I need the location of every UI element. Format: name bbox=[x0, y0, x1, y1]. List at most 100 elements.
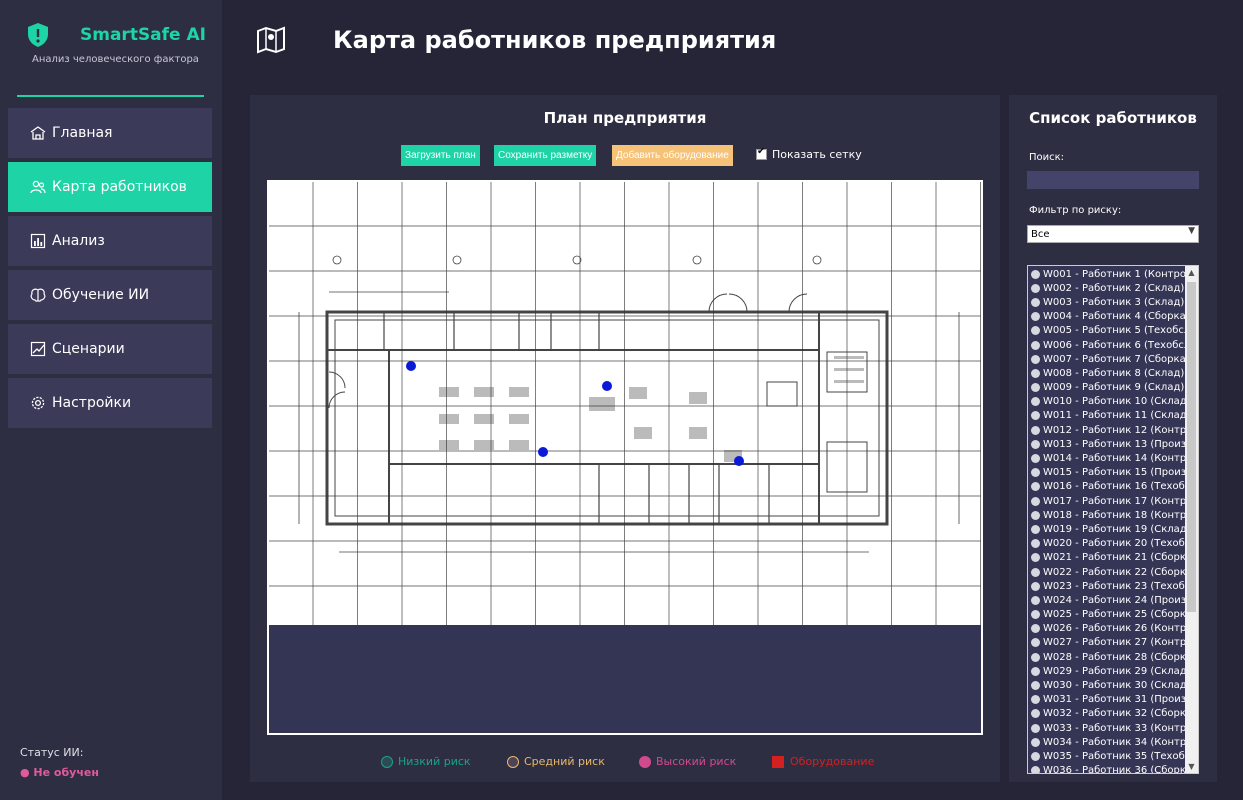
worker-label: W009 - Работник 9 (Склад) bbox=[1043, 382, 1185, 394]
nav-item-scenarios[interactable]: Сценарии bbox=[8, 324, 212, 374]
worker-markers bbox=[406, 361, 744, 466]
worker-list-item[interactable]: W034 - Работник 34 (Контроль) bbox=[1028, 735, 1186, 749]
worker-list-item[interactable]: W003 - Работник 3 (Склад) bbox=[1028, 295, 1186, 309]
brain-icon bbox=[30, 288, 46, 302]
worker-list-scrollbar[interactable]: ▲ ▼ bbox=[1185, 266, 1198, 773]
worker-list-item[interactable]: W025 - Работник 25 (Сборка) bbox=[1028, 608, 1186, 622]
worker-list-item[interactable]: W004 - Работник 4 (Сборка) bbox=[1028, 310, 1186, 324]
worker-list-item[interactable]: W019 - Работник 19 (Склад) bbox=[1028, 522, 1186, 536]
worker-list-item[interactable]: W032 - Работник 32 (Сборка) bbox=[1028, 707, 1186, 721]
scroll-down-icon[interactable]: ▼ bbox=[1185, 760, 1198, 773]
worker-list-item[interactable]: W029 - Работник 29 (Склад) bbox=[1028, 664, 1186, 678]
show-grid-toggle[interactable]: Показать сетку bbox=[756, 146, 862, 161]
nav-item-ai-training[interactable]: Обучение ИИ bbox=[8, 270, 212, 320]
page-title: Карта работников предприятия bbox=[333, 26, 777, 54]
scroll-up-icon[interactable]: ▲ bbox=[1185, 266, 1198, 279]
status-dot-icon bbox=[1031, 695, 1040, 705]
worker-list-item[interactable]: W015 - Работник 15 (Производство) bbox=[1028, 466, 1186, 480]
worker-list-item[interactable]: W011 - Работник 11 (Склад) bbox=[1028, 409, 1186, 423]
nav-item-label: Карта работников bbox=[52, 179, 187, 195]
status-dot-icon bbox=[1031, 723, 1040, 733]
worker-label: W005 - Работник 5 (Техобслуживание) bbox=[1043, 325, 1186, 337]
nav-item-settings[interactable]: Настройки bbox=[8, 378, 212, 428]
worker-list-item[interactable]: W001 - Работник 1 (Контроль) bbox=[1028, 267, 1186, 281]
chart-icon bbox=[30, 233, 46, 249]
worker-list[interactable]: W001 - Работник 1 (Контроль) W002 - Работ… bbox=[1027, 265, 1199, 774]
search-input[interactable] bbox=[1027, 171, 1199, 189]
worker-list-item[interactable]: W028 - Работник 28 (Сборка) bbox=[1028, 650, 1186, 664]
worker-list-item[interactable]: W005 - Работник 5 (Техобслуживание) bbox=[1028, 324, 1186, 338]
risk-filter-select[interactable]: Все ▼ bbox=[1027, 225, 1199, 243]
worker-list-item[interactable]: W017 - Работник 17 (Контроль) bbox=[1028, 494, 1186, 508]
worker-marker[interactable] bbox=[538, 447, 548, 457]
worker-list-item[interactable]: W013 - Работник 13 (Производство) bbox=[1028, 437, 1186, 451]
status-dot-icon bbox=[1031, 681, 1040, 691]
worker-list-item[interactable]: W008 - Работник 8 (Склад) bbox=[1028, 366, 1186, 380]
add-equipment-button[interactable]: Добавить оборудование bbox=[612, 145, 733, 166]
worker-label: W021 - Работник 21 (Сборка) bbox=[1043, 552, 1186, 564]
status-dot-icon bbox=[1031, 766, 1040, 773]
show-grid-checkbox[interactable] bbox=[756, 146, 767, 160]
worker-marker[interactable] bbox=[602, 381, 612, 391]
status-dot-icon bbox=[1031, 581, 1040, 591]
worker-label: W016 - Работник 16 (Техобслуживание) bbox=[1043, 481, 1186, 493]
map-icon bbox=[257, 26, 285, 54]
worker-list-item[interactable]: W010 - Работник 10 (Склад) bbox=[1028, 395, 1186, 409]
worker-label: W029 - Работник 29 (Склад) bbox=[1043, 665, 1186, 677]
status-dot-icon bbox=[1031, 397, 1040, 407]
worker-list-item[interactable]: W031 - Работник 31 (Производство) bbox=[1028, 693, 1186, 707]
worker-label: W032 - Работник 32 (Сборка) bbox=[1043, 708, 1186, 720]
worker-list-item[interactable]: W023 - Работник 23 (Техобслуживание) bbox=[1028, 579, 1186, 593]
status-dot-icon bbox=[1031, 297, 1040, 307]
worker-label: W033 - Работник 33 (Контроль) bbox=[1043, 722, 1186, 734]
worker-list-item[interactable]: W026 - Работник 26 (Контроль) bbox=[1028, 622, 1186, 636]
nav-item-analysis[interactable]: Анализ bbox=[8, 216, 212, 266]
worker-label: W002 - Работник 2 (Склад) bbox=[1043, 282, 1185, 294]
worker-list-item[interactable]: W035 - Работник 35 (Техобслуживание) bbox=[1028, 749, 1186, 763]
worker-list-item[interactable]: W030 - Работник 30 (Склад) bbox=[1028, 678, 1186, 692]
worker-list-item[interactable]: W033 - Работник 33 (Контроль) bbox=[1028, 721, 1186, 735]
status-dot-icon bbox=[1031, 326, 1040, 336]
worker-label: W020 - Работник 20 (Техобслуживание) bbox=[1043, 538, 1186, 550]
legend-high-risk: Высокий риск bbox=[639, 755, 736, 768]
worker-list-item[interactable]: W009 - Работник 9 (Склад) bbox=[1028, 381, 1186, 395]
worker-marker[interactable] bbox=[406, 361, 416, 371]
plan-canvas[interactable] bbox=[267, 180, 983, 735]
worker-list-item[interactable]: W014 - Работник 14 (Контроль) bbox=[1028, 451, 1186, 465]
worker-list-item[interactable]: W022 - Работник 22 (Сборка) bbox=[1028, 565, 1186, 579]
scenario-icon bbox=[30, 341, 46, 357]
worker-list-item[interactable]: W006 - Работник 6 (Техобслуживание) bbox=[1028, 338, 1186, 352]
status-dot-icon bbox=[1031, 751, 1040, 761]
legend-low-risk: Низкий риск bbox=[381, 755, 471, 768]
status-dot-icon bbox=[1031, 411, 1040, 421]
worker-list-item[interactable]: W018 - Работник 18 (Контроль) bbox=[1028, 508, 1186, 522]
worker-label: W013 - Работник 13 (Производство) bbox=[1043, 438, 1186, 450]
floor-plan-drawing bbox=[269, 182, 981, 625]
worker-items: W001 - Работник 1 (Контроль) W002 - Работ… bbox=[1028, 267, 1186, 773]
worker-list-item[interactable]: W012 - Работник 12 (Контроль) bbox=[1028, 423, 1186, 437]
status-dot-icon bbox=[1031, 425, 1040, 435]
low-risk-marker bbox=[381, 755, 393, 768]
worker-list-item[interactable]: W027 - Работник 27 (Контроль) bbox=[1028, 636, 1186, 650]
save-markup-button[interactable]: Сохранить разметку bbox=[494, 145, 597, 166]
worker-list-item[interactable]: W021 - Работник 21 (Сборка) bbox=[1028, 551, 1186, 565]
worker-label: W030 - Работник 30 (Склад) bbox=[1043, 680, 1186, 692]
nav-item-worker-map[interactable]: Карта работников bbox=[8, 162, 212, 212]
nav-item-home[interactable]: Главная bbox=[8, 108, 212, 158]
worker-list-item[interactable]: W024 - Работник 24 (Производство) bbox=[1028, 593, 1186, 607]
status-dot-icon bbox=[1031, 624, 1040, 634]
worker-list-item[interactable]: W007 - Работник 7 (Сборка) bbox=[1028, 352, 1186, 366]
high-risk-marker bbox=[639, 755, 651, 768]
worker-list-item[interactable]: W036 - Работник 36 (Сборка) bbox=[1028, 764, 1186, 773]
load-plan-button[interactable]: Загрузить план bbox=[401, 145, 480, 166]
worker-list-item[interactable]: W016 - Работник 16 (Техобслуживание) bbox=[1028, 480, 1186, 494]
status-dot-icon bbox=[1031, 709, 1040, 719]
legend-label: Оборудование bbox=[790, 755, 875, 768]
worker-list-item[interactable]: W002 - Работник 2 (Склад) bbox=[1028, 281, 1186, 295]
worker-marker[interactable] bbox=[734, 456, 744, 466]
scroll-thumb[interactable] bbox=[1187, 282, 1196, 612]
risk-filter-label: Фильтр по риску: bbox=[1029, 205, 1122, 216]
shield-icon bbox=[28, 23, 48, 47]
worker-label: W018 - Работник 18 (Контроль) bbox=[1043, 509, 1186, 521]
worker-list-item[interactable]: W020 - Работник 20 (Техобслуживание) bbox=[1028, 537, 1186, 551]
